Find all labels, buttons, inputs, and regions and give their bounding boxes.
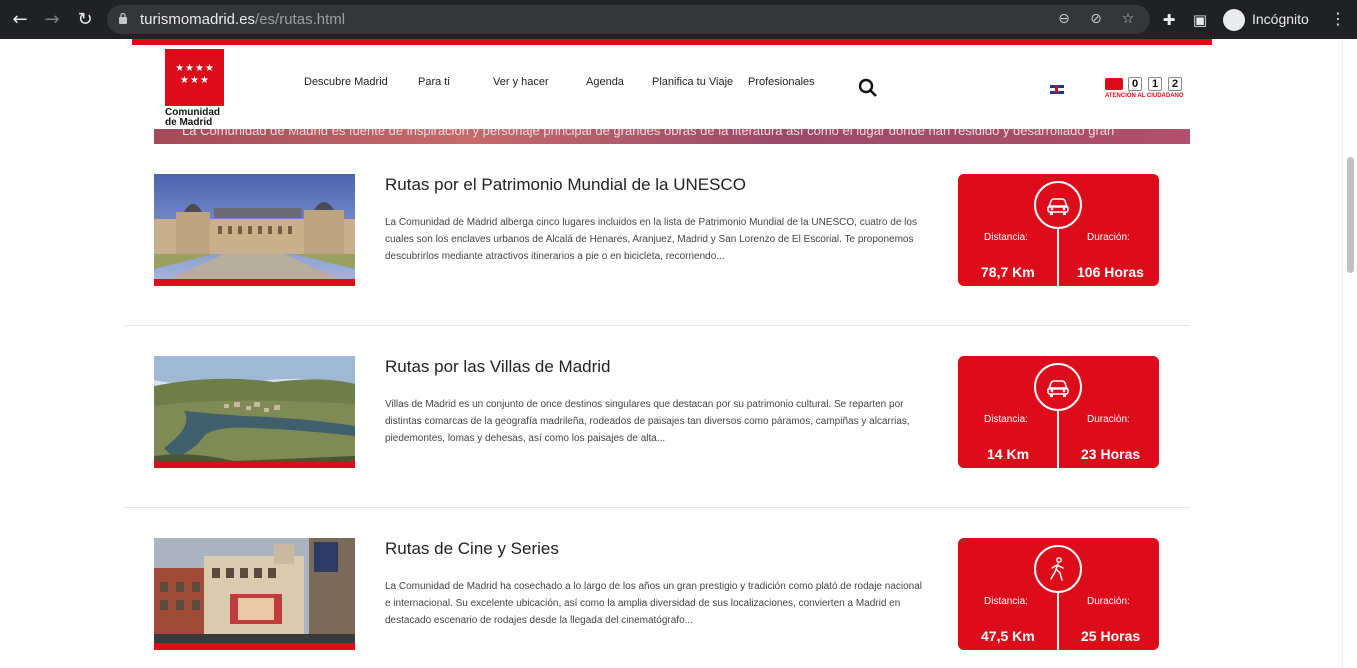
route-info-card[interactable]: Distancia: Duración: 78,7 Km 106 Horas xyxy=(958,174,1159,286)
atencion-label: ATENCIÓN AL CIUDADANO xyxy=(1105,93,1184,99)
cine-photo xyxy=(154,538,355,650)
distance-value: 47,5 Km xyxy=(981,628,1035,644)
menu-para-ti[interactable]: Para ti xyxy=(418,76,450,88)
duration-value: 25 Horas xyxy=(1081,628,1141,644)
route-image-palace[interactable] xyxy=(154,174,355,286)
duration-label: Duración: xyxy=(1087,596,1130,607)
menu-descubre-madrid[interactable]: Descubre Madrid xyxy=(304,76,388,88)
menu-agenda[interactable]: Agenda xyxy=(586,76,624,88)
route-description: La Comunidad de Madrid alberga cinco lug… xyxy=(385,217,917,262)
route-image-villas[interactable] xyxy=(154,356,355,468)
zoom-icon[interactable]: ⊖ xyxy=(1055,10,1073,28)
url-host: turismomadrid.es xyxy=(140,11,256,28)
logo-text: Comunidad de Madrid xyxy=(165,108,220,128)
extensions-puzzle-icon[interactable]: ✚ xyxy=(1159,10,1179,30)
distance-label: Distancia: xyxy=(984,596,1028,607)
back-arrow-icon[interactable]: ← xyxy=(8,8,32,32)
route-description: La Comunidad de Madrid ha cosechado a lo… xyxy=(385,581,923,626)
duration-label: Duración: xyxy=(1087,232,1130,243)
walking-icon xyxy=(1034,545,1082,593)
route-separator xyxy=(124,507,1190,508)
route-image-bar xyxy=(154,643,355,650)
page-content: ★★★★ ★★★ Comunidad de Madrid Descubre Mad… xyxy=(0,39,1357,668)
route-title[interactable]: Rutas por las Villas de Madrid xyxy=(385,357,611,377)
page-scrollbar[interactable] xyxy=(1342,39,1357,668)
duration-value: 23 Horas xyxy=(1081,446,1141,462)
duration-value: 106 Horas xyxy=(1077,264,1144,280)
side-panel-icon[interactable]: ▣ xyxy=(1190,10,1210,30)
browser-menu-icon[interactable]: ⋮ xyxy=(1330,9,1346,28)
route-separator xyxy=(124,325,1190,326)
forward-arrow-icon[interactable]: → xyxy=(40,8,64,32)
intro-banner: La Comunidad de Madrid es fuente de insp… xyxy=(154,129,1190,144)
distance-value: 78,7 Km xyxy=(981,264,1035,280)
route-image-cine[interactable] xyxy=(154,538,355,650)
menu-profesionales[interactable]: Profesionales xyxy=(748,76,815,88)
banner-text: La Comunidad de Madrid es fuente de insp… xyxy=(182,129,1115,138)
car-icon xyxy=(1034,363,1082,411)
menu-planifica-tu-viaje[interactable]: Planifica tu Viaje xyxy=(652,76,733,88)
route-title[interactable]: Rutas de Cine y Series xyxy=(385,539,559,559)
duration-label: Duración: xyxy=(1087,414,1130,425)
at-digit-1: 1 xyxy=(1148,77,1162,91)
search-icon[interactable] xyxy=(858,78,878,98)
bookmark-star-icon[interactable]: ☆ xyxy=(1119,10,1137,28)
route-info-card[interactable]: Distancia: Duración: 14 Km 23 Horas xyxy=(958,356,1159,468)
distance-label: Distancia: xyxy=(984,232,1028,243)
lock-icon xyxy=(119,12,127,24)
distance-label: Distancia: xyxy=(984,414,1028,425)
palace-photo xyxy=(154,174,355,286)
route-item: Rutas por las Villas de Madrid Villas de… xyxy=(0,356,1357,476)
at-digit-2: 2 xyxy=(1168,77,1182,91)
logo-text-line2: de Madrid xyxy=(165,117,213,128)
route-item: Rutas de Cine y Series La Comunidad de M… xyxy=(0,538,1357,658)
route-image-bar xyxy=(154,279,355,286)
villas-photo xyxy=(154,356,355,468)
eye-off-icon[interactable]: ⊘ xyxy=(1087,10,1105,28)
route-item: Rutas por el Patrimonio Mundial de la UN… xyxy=(0,174,1357,294)
scroll-thumb[interactable] xyxy=(1347,157,1354,273)
logo-red-box: ★★★★ ★★★ xyxy=(165,49,224,106)
card-divider xyxy=(1057,222,1059,286)
english-flag-icon[interactable] xyxy=(1050,85,1064,94)
logo-stars-icon: ★★★★ ★★★ xyxy=(175,63,215,86)
car-icon xyxy=(1034,181,1082,229)
comunidad-madrid-logo[interactable]: ★★★★ ★★★ Comunidad de Madrid xyxy=(165,49,224,129)
distance-value: 14 Km xyxy=(987,446,1030,462)
route-image-bar xyxy=(154,461,355,468)
menu-ver-y-hacer[interactable]: Ver y hacer xyxy=(493,76,549,88)
url-text[interactable]: turismomadrid.es/es/rutas.html xyxy=(140,11,345,28)
route-description: Villas de Madrid es un conjunto de once … xyxy=(385,399,910,444)
incognito-profile-button[interactable]: Incógnito xyxy=(1220,6,1320,34)
route-info-card[interactable]: Distancia: Duración: 47,5 Km 25 Horas xyxy=(958,538,1159,650)
atencion-ciudadano-012[interactable]: 0 1 2 ATENCIÓN AL CIUDADANO xyxy=(1104,77,1186,103)
reload-icon[interactable]: ↻ xyxy=(73,8,97,32)
top-red-bar xyxy=(132,39,1212,45)
incognito-icon xyxy=(1223,9,1245,31)
card-divider xyxy=(1057,404,1059,468)
browser-toolbar: ← → ↻ turismomadrid.es/es/rutas.html ⊖ ⊘… xyxy=(0,0,1357,39)
phone-icon xyxy=(1105,78,1123,90)
route-title[interactable]: Rutas por el Patrimonio Mundial de la UN… xyxy=(385,175,746,195)
profile-label: Incógnito xyxy=(1252,11,1309,27)
card-divider xyxy=(1057,586,1059,650)
at-digit-0: 0 xyxy=(1128,77,1142,91)
url-path: /es/rutas.html xyxy=(255,11,346,28)
